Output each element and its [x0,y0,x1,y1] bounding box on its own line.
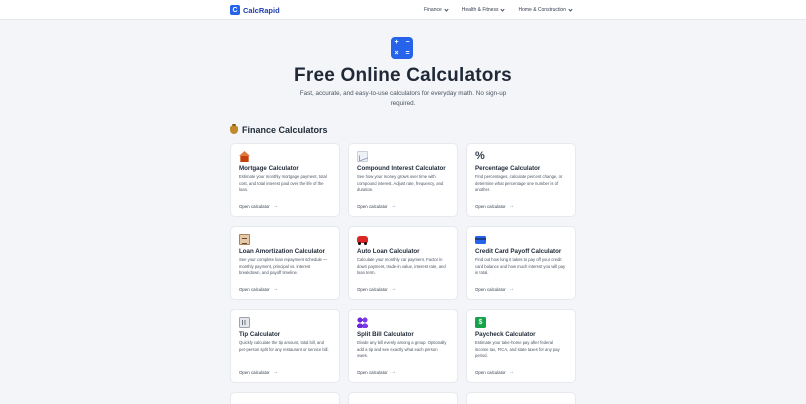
hero-title: Free Online Calculators [294,65,512,86]
money-icon [475,317,486,328]
open-calculator-link[interactable]: Open calculator → [475,203,514,209]
card-title: Mortgage Calculator [239,165,299,172]
minus-glyph: − [405,39,410,46]
open-calculator-label: Open calculator [357,369,388,375]
calculator-hero-icon: + − × = [391,37,413,59]
open-calculator-label: Open calculator [357,203,388,209]
logo-link[interactable]: C CalcRapid [230,4,280,16]
card-description: Quickly calculate the tip amount, total … [239,340,329,352]
times-glyph: × [394,50,399,57]
nav-health-fitness-label: Health & Fitness [461,7,499,13]
open-calculator-label: Open calculator [239,369,270,375]
clipboard-icon [239,234,250,245]
card-title: Paycheck Calculator [475,331,536,338]
card-next-row[interactable] [348,392,458,404]
card-percentage[interactable]: % Percentage Calculator Find percentages… [466,143,576,217]
money-bag-icon [230,124,238,134]
card-next-row[interactable] [230,392,340,404]
nav-finance-label: Finance [423,7,442,13]
arrow-right-icon: → [508,203,514,209]
card-description: Find percentages, calculate percent chan… [475,174,563,193]
credit-card-icon [475,236,486,244]
open-calculator-link[interactable]: Open calculator → [357,203,396,209]
card-mortgage[interactable]: Mortgage Calculator Estimate your monthl… [230,143,340,217]
arrow-right-icon: → [508,286,514,292]
arrow-right-icon: → [272,286,278,292]
open-calculator-link[interactable]: Open calculator → [475,369,514,375]
card-tip[interactable]: Tip Calculator Quickly calculate the tip… [230,309,340,383]
percent-icon: % [475,150,485,162]
card-title: Tip Calculator [239,331,281,338]
open-calculator-link[interactable]: Open calculator → [475,286,514,292]
equals-glyph: = [405,50,410,57]
chevron-down-icon [500,6,506,12]
card-credit-card-payoff[interactable]: Credit Card Payoff Calculator Find out h… [466,226,576,300]
house-icon [239,151,250,162]
nav-health-fitness[interactable]: Health & Fitness [461,6,506,13]
card-description: Estimate your monthly mortgage payment, … [239,174,327,193]
nav-finance[interactable]: Finance [423,6,449,13]
card-description: Find out how long it takes to pay off yo… [475,257,566,276]
card-compound-interest[interactable]: Compound Interest Calculator See how you… [348,143,458,217]
card-split-bill[interactable]: Split Bill Calculator Divide any bill ev… [348,309,458,383]
calculator-logo-icon: C [230,5,240,15]
nav-home-construction[interactable]: Home & Construction [518,6,573,13]
people-icon [357,317,368,328]
open-calculator-label: Open calculator [357,286,388,292]
card-next-row[interactable] [466,392,576,404]
card-loan-amortization[interactable]: Loan Amortization Calculator See your co… [230,226,340,300]
chevron-down-icon [444,6,449,12]
logo-text: CalcRapid [243,5,280,15]
card-title: Split Bill Calculator [357,331,414,338]
card-title: Percentage Calculator [475,165,541,172]
car-icon [357,236,368,245]
open-calculator-label: Open calculator [239,203,270,209]
open-calculator-link[interactable]: Open calculator → [239,286,278,292]
card-paycheck[interactable]: Paycheck Calculator Estimate your take-h… [466,309,576,383]
open-calculator-link[interactable]: Open calculator → [357,286,396,292]
main-nav: Finance Health & Fitness Home & Construc… [423,0,573,20]
card-title: Loan Amortization Calculator [239,248,326,255]
arrow-right-icon: → [508,369,514,375]
card-title: Compound Interest Calculator [357,165,446,172]
card-auto-loan[interactable]: Auto Loan Calculator Calculate your mont… [348,226,458,300]
arrow-right-icon: → [272,203,278,209]
arrow-right-icon: → [390,286,396,292]
top-navbar: C CalcRapid Finance Health & Fitness Hom… [0,0,806,20]
nav-home-construction-label: Home & Construction [518,7,566,13]
open-calculator-link[interactable]: Open calculator → [239,203,278,209]
card-description: Estimate your take-home pay after federa… [475,340,560,359]
open-calculator-label: Open calculator [475,369,506,375]
card-description: Divide any bill evenly among a group. Op… [357,340,447,359]
arrow-right-icon: → [390,203,396,209]
arrow-right-icon: → [390,369,396,375]
open-calculator-link[interactable]: Open calculator → [357,369,396,375]
hero-subtitle: Fast, accurate, and easy-to-use calculat… [299,90,507,107]
open-calculator-link[interactable]: Open calculator → [239,369,278,375]
section-title-text: Finance Calculators [242,125,328,135]
open-calculator-label: Open calculator [475,203,506,209]
plus-glyph: + [394,39,399,46]
receipt-icon [239,317,250,328]
section-title-finance: Finance Calculators [230,124,328,135]
card-description: See how your money grows over time with … [357,174,444,193]
open-calculator-label: Open calculator [239,286,270,292]
card-title: Credit Card Payoff Calculator [475,248,562,255]
arrow-right-icon: → [272,369,278,375]
open-calculator-label: Open calculator [475,286,506,292]
card-title: Auto Loan Calculator [357,248,420,255]
card-description: See your complete loan repayment schedul… [239,257,328,276]
chevron-down-icon [568,6,573,12]
card-description: Calculate your monthly car payment. Fact… [357,257,446,276]
growth-chart-icon [357,151,368,162]
